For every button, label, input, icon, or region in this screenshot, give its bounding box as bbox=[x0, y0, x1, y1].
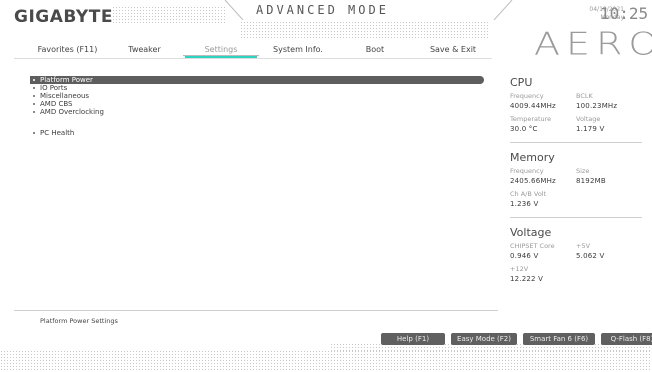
cpu-frequency-label: Frequency bbox=[510, 92, 544, 100]
cpu-temperature-label: Temperature bbox=[510, 115, 552, 123]
cpu-frequency-value: 4009.44MHz bbox=[510, 102, 556, 110]
menu-item-label: AMD Overclocking bbox=[40, 108, 104, 116]
menu-item-label: PC Health bbox=[40, 129, 75, 137]
mode-tab-right-edge bbox=[493, 0, 513, 20]
help-description: Platform Power Settings bbox=[40, 317, 118, 325]
menu-item-amd-overclocking[interactable]: AMD Overclocking bbox=[30, 108, 484, 116]
chipset-core-label: CHIPSET Core bbox=[510, 242, 555, 250]
panel-divider bbox=[510, 217, 642, 218]
q-flash-button[interactable]: Q-Flash (F8) bbox=[601, 333, 652, 345]
memory-size-label: Size bbox=[576, 167, 590, 175]
smart-fan-button[interactable]: Smart Fan 6 (F6) bbox=[523, 333, 595, 345]
menu-spacer bbox=[30, 116, 484, 129]
menu-item-pc-health[interactable]: PC Health bbox=[30, 129, 484, 137]
memory-section-title: Memory bbox=[510, 151, 555, 164]
memory-frequency-label: Frequency bbox=[510, 167, 544, 175]
footer-buttons: Help (F1) Easy Mode (F2) Smart Fan 6 (F6… bbox=[381, 333, 652, 345]
memory-volt-value: 1.236 V bbox=[510, 200, 539, 208]
help-button[interactable]: Help (F1) bbox=[381, 333, 445, 345]
help-divider bbox=[14, 310, 498, 311]
menu-item-io-ports[interactable]: IO Ports bbox=[30, 84, 484, 92]
cpu-temperature-value: 30.0 °C bbox=[510, 125, 538, 133]
nav-divider bbox=[14, 58, 492, 59]
memory-size-value: 8192MB bbox=[576, 177, 606, 185]
memory-frequency-value: 2405.66MHz bbox=[510, 177, 556, 185]
bullet-icon bbox=[33, 95, 35, 97]
chipset-core-value: 0.946 V bbox=[510, 252, 539, 260]
mode-tab-left-edge bbox=[224, 0, 244, 20]
menu-item-label: Miscellaneous bbox=[40, 92, 90, 100]
v5-value: 5.062 V bbox=[576, 252, 605, 260]
bullet-icon bbox=[33, 132, 35, 134]
bullet-icon bbox=[33, 79, 35, 81]
v12-value: 12.222 V bbox=[510, 275, 544, 283]
mode-title: ADVANCED MODE bbox=[256, 3, 389, 17]
menu-item-label: IO Ports bbox=[40, 84, 68, 92]
easy-mode-button[interactable]: Easy Mode (F2) bbox=[451, 333, 517, 345]
voltage-section-title: Voltage bbox=[510, 226, 552, 239]
clock-time: 10:25 bbox=[600, 4, 649, 23]
memory-volt-label: Ch A/B Volt bbox=[510, 190, 547, 198]
decorative-dot-pattern bbox=[0, 350, 652, 372]
menu-item-platform-power[interactable]: Platform Power bbox=[30, 76, 484, 84]
bullet-icon bbox=[33, 87, 35, 89]
menu-item-miscellaneous[interactable]: Miscellaneous bbox=[30, 92, 484, 100]
cpu-bclk-value: 100.23MHz bbox=[576, 102, 618, 110]
panel-divider bbox=[510, 142, 642, 143]
aero-logo: AERO bbox=[534, 25, 652, 63]
cpu-voltage-value: 1.179 V bbox=[576, 125, 605, 133]
cpu-section-title: CPU bbox=[510, 76, 533, 89]
decorative-dot-pattern bbox=[112, 6, 227, 24]
decorative-dot-pattern bbox=[240, 21, 490, 39]
settings-menu: Platform Power IO Ports Miscellaneous AM… bbox=[30, 76, 484, 137]
menu-item-label: AMD CBS bbox=[40, 100, 73, 108]
v5-label: +5V bbox=[576, 242, 591, 250]
bullet-icon bbox=[33, 103, 35, 105]
menu-item-amd-cbs[interactable]: AMD CBS bbox=[30, 100, 484, 108]
v12-label: +12V bbox=[510, 265, 529, 273]
bullet-icon bbox=[33, 111, 35, 113]
cpu-voltage-label: Voltage bbox=[576, 115, 601, 123]
menu-item-label: Platform Power bbox=[40, 76, 93, 84]
hardware-monitor-panel: CPU Frequency 4009.44MHz BCLK 100.23MHz … bbox=[510, 76, 642, 288]
gigabyte-logo: GIGABYTE bbox=[14, 7, 113, 27]
cpu-bclk-label: BCLK bbox=[576, 92, 593, 100]
